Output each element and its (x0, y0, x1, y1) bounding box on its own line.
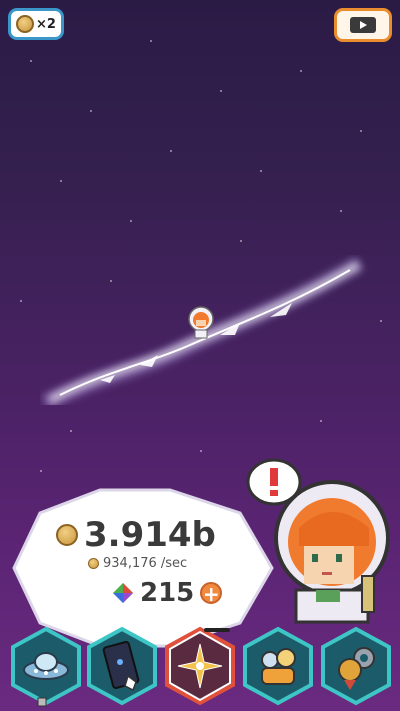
rainbow-gem-icon (113, 583, 133, 603)
gold-amount: 3.914b (84, 515, 216, 555)
gold-counter: 3.914b (56, 515, 216, 555)
nav-phone-button[interactable] (86, 626, 158, 706)
nav-ufo-button[interactable] (10, 626, 82, 706)
corner-indicator-icon (37, 697, 47, 707)
nav-galaxy-button[interactable] (164, 626, 236, 706)
add-gems-button[interactable]: + (200, 582, 223, 604)
gem-counter: 215 + (112, 578, 223, 608)
play-video-icon (350, 17, 376, 33)
explorer-character[interactable] (244, 456, 394, 626)
mini-explorer-sprite[interactable] (186, 306, 216, 340)
coin-boost-icon (16, 15, 35, 33)
bottom-nav (0, 620, 400, 711)
exclamation-icon (270, 468, 278, 486)
gold-rate: 934,176 /sec (88, 556, 187, 571)
active-tab-indicator (204, 628, 230, 632)
boost-button[interactable]: ×2 (8, 8, 64, 40)
nav-characters-button[interactable] (242, 626, 314, 706)
nav-settings-button[interactable] (320, 626, 392, 706)
multiplier-label: ×2 (36, 16, 56, 32)
gold-rate-value: 934,176 /sec (103, 556, 188, 571)
watch-video-button[interactable] (334, 8, 392, 42)
coin-icon (56, 524, 78, 546)
gem-amount: 215 (140, 578, 195, 608)
coin-icon (88, 558, 99, 569)
